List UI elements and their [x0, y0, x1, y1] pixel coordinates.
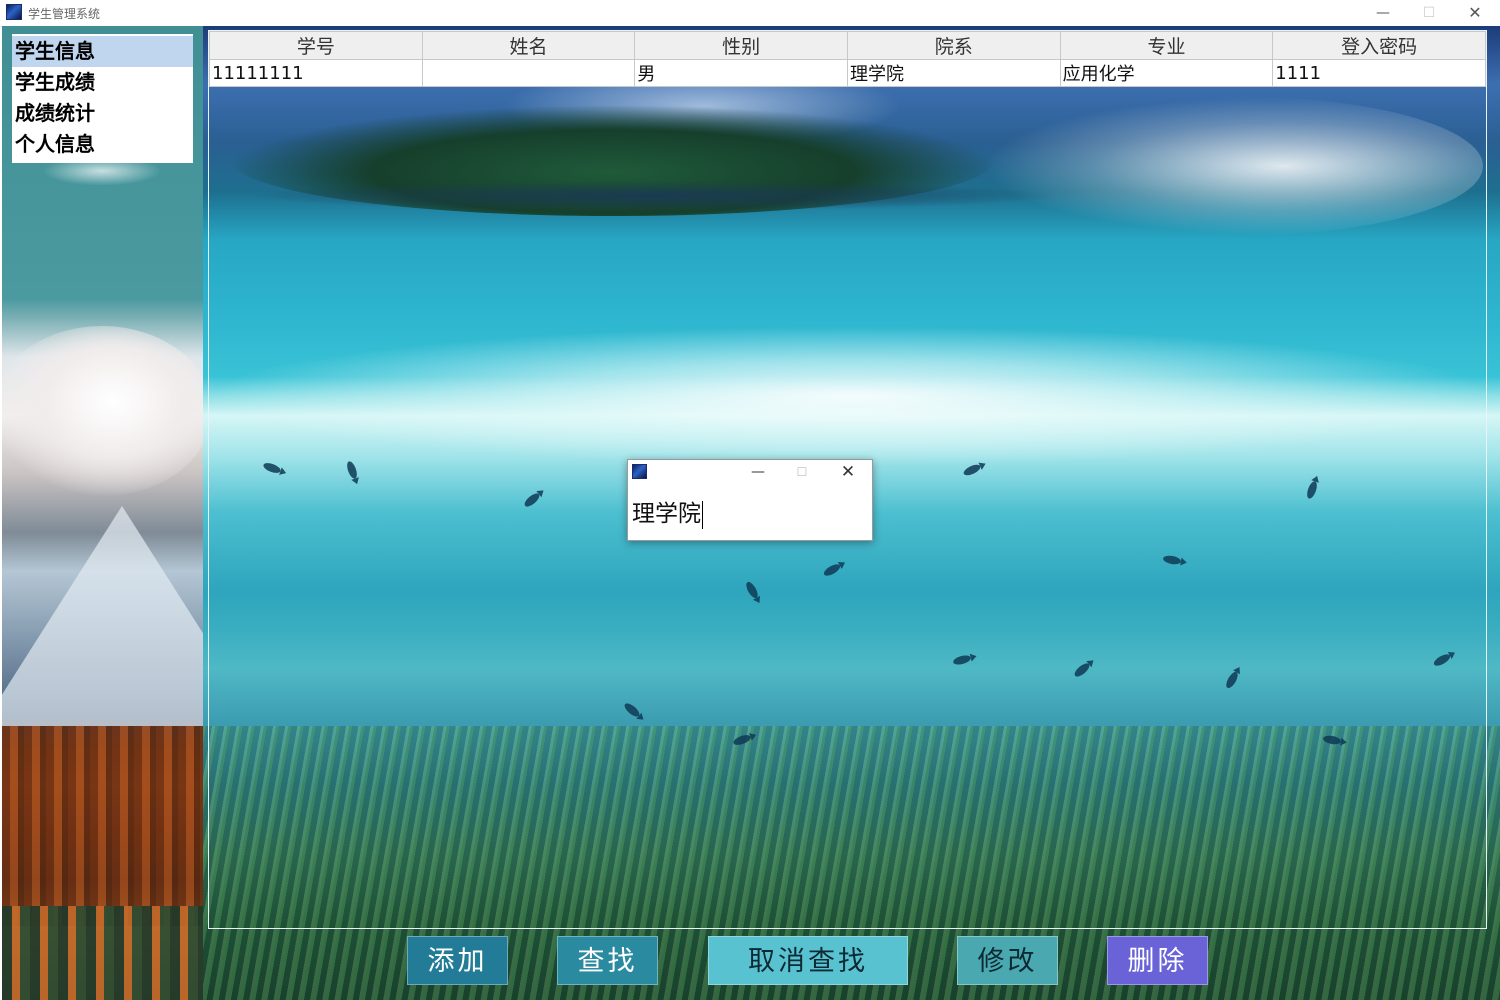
minimize-button[interactable]: — — [1360, 0, 1406, 26]
sidebar-background — [2, 26, 203, 1000]
title-bar: 学生管理系统 — ☐ ✕ — [0, 0, 1500, 27]
popup-input-value: 理学院 — [632, 501, 701, 527]
forest-decoration — [2, 726, 203, 926]
cancel-find-button[interactable]: 取消查找 — [708, 936, 908, 985]
column-header-department[interactable]: 院系 — [846, 31, 1061, 60]
popup-minimize-button[interactable]: — — [736, 460, 780, 484]
find-button[interactable]: 查找 — [557, 936, 658, 985]
maximize-button[interactable]: ☐ — [1406, 0, 1452, 26]
delete-button[interactable]: 删除 — [1107, 936, 1208, 985]
cell-major[interactable]: 应用化学 — [1059, 59, 1274, 87]
cell-password[interactable]: 1111 — [1272, 59, 1486, 87]
cell-name[interactable] — [421, 59, 636, 87]
column-header-password[interactable]: 登入密码 — [1272, 31, 1486, 60]
table-header-row: 学号 姓名 性别 院系 专业 登入密码 — [209, 31, 1486, 60]
text-cursor — [702, 501, 703, 529]
cell-gender[interactable]: 男 — [634, 59, 848, 87]
popup-title-bar[interactable]: — ☐ ✕ — [628, 460, 872, 484]
sidebar-item-student-grades[interactable]: 学生成绩 — [12, 67, 193, 98]
add-button[interactable]: 添加 — [407, 936, 508, 985]
app-icon — [6, 4, 22, 20]
app-icon — [632, 464, 647, 479]
cell-department[interactable]: 理学院 — [846, 59, 1061, 87]
close-button[interactable]: ✕ — [1452, 0, 1498, 26]
sidebar-menu: 学生信息 学生成绩 成绩统计 个人信息 — [12, 34, 193, 163]
popup-maximize-button[interactable]: ☐ — [780, 460, 824, 484]
column-header-student-id[interactable]: 学号 — [209, 31, 423, 60]
forest-decoration — [2, 906, 203, 1000]
student-table: 学号 姓名 性别 院系 专业 登入密码 11111111 男 理学院 应用化学 … — [209, 31, 1486, 87]
window-title: 学生管理系统 — [28, 7, 101, 21]
table-row[interactable]: 11111111 男 理学院 应用化学 1111 — [209, 59, 1486, 87]
column-header-major[interactable]: 专业 — [1059, 31, 1274, 60]
sidebar-item-grade-statistics[interactable]: 成绩统计 — [12, 98, 193, 129]
column-header-name[interactable]: 姓名 — [421, 31, 636, 60]
popup-close-button[interactable]: ✕ — [826, 460, 870, 484]
sidebar-item-personal-info[interactable]: 个人信息 — [12, 129, 193, 160]
cell-student-id[interactable]: 11111111 — [209, 59, 423, 87]
edit-popup: — ☐ ✕ 理学院 — [627, 459, 873, 541]
column-header-gender[interactable]: 性别 — [634, 31, 848, 60]
sidebar-item-student-info[interactable]: 学生信息 — [12, 36, 193, 67]
cloud-decoration — [2, 326, 203, 496]
edit-button[interactable]: 修改 — [957, 936, 1058, 985]
mountain-decoration — [2, 506, 203, 726]
popup-input-field[interactable]: 理学院 — [632, 494, 703, 529]
